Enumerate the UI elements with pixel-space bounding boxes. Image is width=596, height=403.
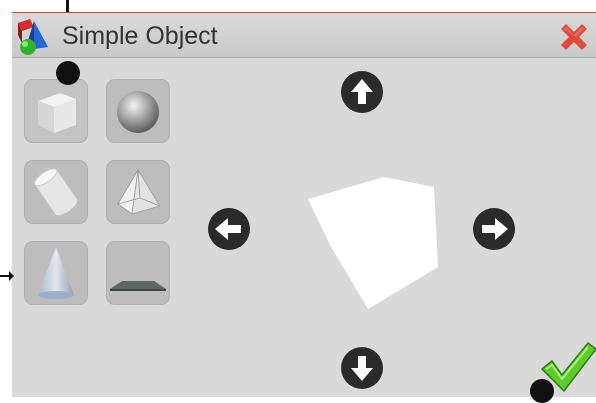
annotation-arrow-left: [0, 271, 14, 281]
shape-button-cube[interactable]: [24, 79, 88, 143]
annotation-marker-confirm: [530, 379, 554, 403]
window-title: Simple Object: [62, 22, 218, 50]
plane-icon: [110, 281, 166, 291]
cube-icon: [38, 93, 76, 133]
arrow-right-icon[interactable]: [472, 207, 516, 251]
annotation-marker-cube: [56, 61, 80, 85]
cone-icon: [38, 247, 74, 299]
arrow-left-icon[interactable]: [207, 207, 251, 251]
shape-button-plane[interactable]: [106, 241, 170, 305]
arrow-up-icon[interactable]: [340, 70, 384, 114]
arrow-down-icon[interactable]: [340, 346, 384, 390]
app-shapes-icon: [18, 19, 48, 55]
simple-object-dialog: Simple Object: [12, 12, 596, 397]
shape-button-cylinder[interactable]: [24, 160, 88, 224]
shape-button-cone[interactable]: [24, 241, 88, 305]
shape-button-sphere[interactable]: [106, 79, 170, 143]
title-bar: Simple Object: [12, 13, 596, 58]
pyramid-icon: [117, 168, 161, 215]
cylinder-icon: [34, 168, 78, 216]
shape-button-pyramid[interactable]: [106, 160, 170, 224]
object-preview-cube: [308, 177, 438, 309]
sphere-icon: [117, 91, 159, 133]
close-icon[interactable]: [556, 19, 592, 55]
